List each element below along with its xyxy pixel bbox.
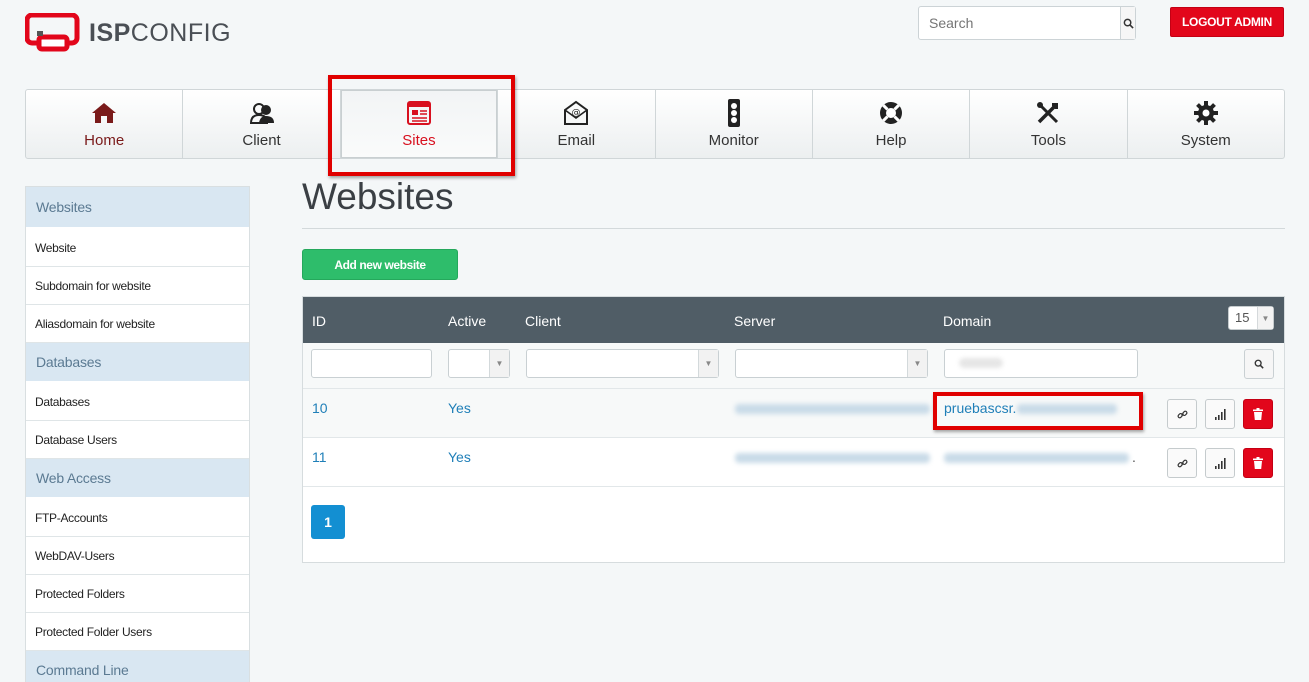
filter-domain-blurred-value (959, 358, 1003, 368)
search-button[interactable] (1120, 7, 1135, 39)
table-row[interactable]: 10 Yes pruebascsr. (303, 389, 1284, 438)
nav-system[interactable]: System (1128, 90, 1284, 158)
statistics-button[interactable] (1205, 448, 1235, 478)
monitor-icon (726, 98, 742, 127)
tools-icon (1035, 100, 1061, 126)
chevron-down-icon: ▼ (489, 350, 509, 377)
search-input[interactable] (919, 7, 1120, 39)
help-icon (878, 100, 904, 126)
column-header-server[interactable]: Server (734, 313, 775, 329)
filter-server-select[interactable]: ▼ (735, 349, 928, 378)
sites-icon (406, 100, 432, 126)
sidebar-item-protected-folders[interactable]: Protected Folders (26, 575, 249, 613)
nav-email-label: Email (557, 131, 596, 149)
search-icon (1254, 359, 1264, 369)
chevron-down-icon: ▼ (1257, 307, 1273, 329)
column-header-active[interactable]: Active (448, 313, 486, 329)
nav-email[interactable]: @ Email (498, 90, 656, 158)
row-domain-blurred (1017, 404, 1117, 414)
row-domain[interactable]: pruebascsr. (944, 400, 1016, 416)
nav-tools-label: Tools (1030, 131, 1066, 149)
logo-text: ISPCONFIG (89, 18, 232, 47)
open-website-button[interactable] (1167, 448, 1197, 478)
row-server-blurred (735, 404, 930, 414)
sidebar-item-ftp-accounts[interactable]: FTP-Accounts (26, 499, 249, 537)
sidebar-item-aliasdomain[interactable]: Aliasdomain for website (26, 305, 249, 343)
row-domain[interactable]: . (1132, 449, 1136, 465)
delete-button[interactable] (1243, 448, 1273, 478)
svg-text:@: @ (572, 108, 581, 118)
nav-sites[interactable]: Sites (340, 90, 499, 158)
add-new-website-button[interactable]: Add new website (302, 249, 458, 280)
search-box (918, 6, 1136, 40)
sidebar-section-websites: Websites (26, 187, 249, 229)
sidebar-item-subdomain[interactable]: Subdomain for website (26, 267, 249, 305)
client-icon (248, 100, 276, 126)
sidebar-item-protected-folder-users[interactable]: Protected Folder Users (26, 613, 249, 651)
row-active[interactable]: Yes (448, 449, 471, 465)
nav-help-label: Help (875, 131, 907, 149)
nav-client[interactable]: Client (183, 90, 341, 158)
per-page-value: 15 (1235, 310, 1250, 325)
column-header-client[interactable]: Client (525, 313, 561, 329)
link-icon (1177, 459, 1187, 467)
sidebar-item-databases[interactable]: Databases (26, 383, 249, 421)
email-icon: @ (562, 100, 590, 126)
row-id[interactable]: 11 (312, 449, 327, 465)
nav-monitor[interactable]: Monitor (656, 90, 813, 158)
trash-icon (1253, 408, 1263, 420)
row-active[interactable]: Yes (448, 400, 471, 416)
nav-home[interactable]: Home (26, 90, 184, 158)
table-header: ID Active Client Server Domain 15 ▼ (303, 297, 1284, 343)
statistics-button[interactable] (1205, 399, 1235, 429)
sidebar: Websites Website Subdomain for website A… (25, 186, 250, 682)
sidebar-section-command-line: Command Line (26, 651, 249, 682)
home-icon (90, 100, 118, 126)
ispconfig-logo[interactable]: ISPCONFIG (24, 12, 232, 54)
pagination-page-1[interactable]: 1 (311, 505, 345, 539)
nav-tools[interactable]: Tools (970, 90, 1128, 158)
nav-sites-label: Sites (402, 131, 436, 149)
title-divider (302, 228, 1285, 229)
nav-help[interactable]: Help (813, 90, 971, 158)
main-nav: Home Client Sites @ Email Monitor Help T… (25, 89, 1285, 159)
row-domain-blurred (944, 453, 1129, 463)
nav-client-label: Client (242, 131, 281, 149)
filter-domain-input[interactable] (944, 349, 1138, 378)
sidebar-item-website[interactable]: Website (26, 229, 249, 267)
logout-button[interactable]: LOGOUT ADMIN (1170, 7, 1284, 37)
open-website-button[interactable] (1167, 399, 1197, 429)
table-row[interactable]: 11 Yes . (303, 438, 1284, 487)
sidebar-section-web-access: Web Access (26, 459, 249, 499)
bar-chart-icon (1215, 408, 1226, 420)
sidebar-item-webdav-users[interactable]: WebDAV-Users (26, 537, 249, 575)
filter-id-input[interactable] (311, 349, 432, 378)
chevron-down-icon: ▼ (907, 350, 927, 377)
nav-system-label: System (1180, 131, 1231, 149)
column-header-domain[interactable]: Domain (943, 313, 991, 329)
row-id[interactable]: 10 (312, 400, 328, 416)
websites-table: ID Active Client Server Domain 15 ▼ ▼ ▼ … (302, 296, 1285, 563)
filter-active-select[interactable]: ▼ (448, 349, 510, 378)
search-icon (1123, 18, 1134, 29)
bar-chart-icon (1215, 457, 1226, 469)
logo-icon (24, 12, 83, 53)
sidebar-item-database-users[interactable]: Database Users (26, 421, 249, 459)
trash-icon (1253, 457, 1263, 469)
system-icon (1193, 100, 1219, 126)
delete-button[interactable] (1243, 399, 1273, 429)
per-page-select[interactable]: 15 ▼ (1228, 306, 1274, 330)
filter-search-button[interactable] (1244, 349, 1274, 379)
row-server-blurred (735, 453, 930, 463)
column-header-id[interactable]: ID (312, 313, 326, 329)
nav-monitor-label: Monitor (708, 131, 759, 149)
page-title: Websites (302, 176, 454, 217)
filter-client-select[interactable]: ▼ (526, 349, 719, 378)
nav-home-label: Home (84, 131, 125, 149)
filter-row: ▼ ▼ ▼ (303, 343, 1284, 389)
link-icon (1177, 410, 1187, 418)
chevron-down-icon: ▼ (698, 350, 718, 377)
sidebar-section-databases: Databases (26, 343, 249, 383)
